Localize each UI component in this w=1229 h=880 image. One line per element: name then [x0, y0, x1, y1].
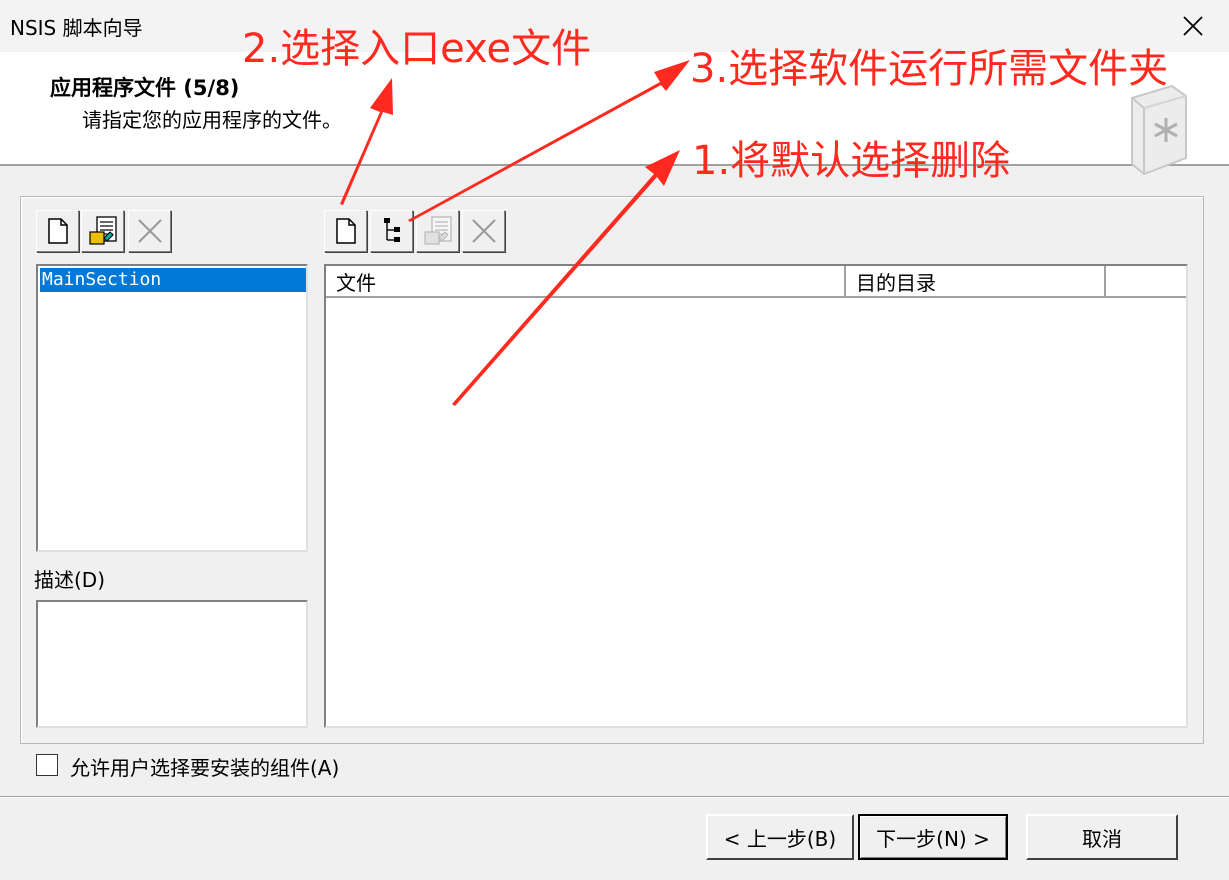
add-file-button[interactable]: [324, 210, 367, 252]
column-header-file[interactable]: 文件: [326, 266, 846, 298]
annotation-step2: 2.选择入口exe文件: [242, 26, 592, 72]
close-icon: [1183, 16, 1203, 36]
allow-select-checkbox[interactable]: [36, 754, 58, 776]
sections-list[interactable]: MainSection: [36, 264, 308, 552]
list-item[interactable]: MainSection: [40, 268, 306, 292]
edit-section-button[interactable]: [81, 210, 124, 252]
delete-icon: [471, 219, 496, 243]
annotation-step3: 3.选择软件运行所需文件夹: [690, 46, 1169, 92]
back-button[interactable]: < 上一步(B): [706, 814, 854, 860]
edit-file-button[interactable]: [416, 210, 459, 252]
folder-tree-icon: [383, 218, 400, 242]
window-title: NSIS 脚本向导: [10, 16, 143, 40]
page-title: 应用程序文件 (5/8): [50, 76, 240, 100]
column-header-filler: [1106, 266, 1186, 298]
page-subtitle: 请指定您的应用程序的文件。: [82, 108, 342, 132]
edit-icon: [423, 216, 452, 245]
description-label: 描述(D): [34, 568, 106, 592]
edit-icon: [88, 216, 117, 245]
add-section-button[interactable]: [36, 210, 79, 252]
delete-section-button[interactable]: [128, 210, 171, 252]
new-file-icon: [47, 218, 68, 244]
next-button[interactable]: 下一步(N) >: [858, 814, 1008, 860]
close-button[interactable]: [1170, 4, 1216, 48]
new-file-icon: [335, 218, 356, 244]
annotation-step1: 1.将默认选择删除: [692, 138, 1011, 184]
cancel-button[interactable]: 取消: [1026, 814, 1178, 860]
delete-icon: [137, 219, 162, 243]
files-list[interactable]: 文件 目的目录: [324, 264, 1188, 728]
allow-select-label[interactable]: 允许用户选择要安装的组件(A): [70, 752, 339, 781]
delete-file-button[interactable]: [462, 210, 505, 252]
description-box: [36, 600, 308, 728]
footer-separator: [0, 796, 1229, 798]
column-header-destination[interactable]: 目的目录: [846, 266, 1106, 298]
add-folder-button[interactable]: [370, 210, 413, 252]
